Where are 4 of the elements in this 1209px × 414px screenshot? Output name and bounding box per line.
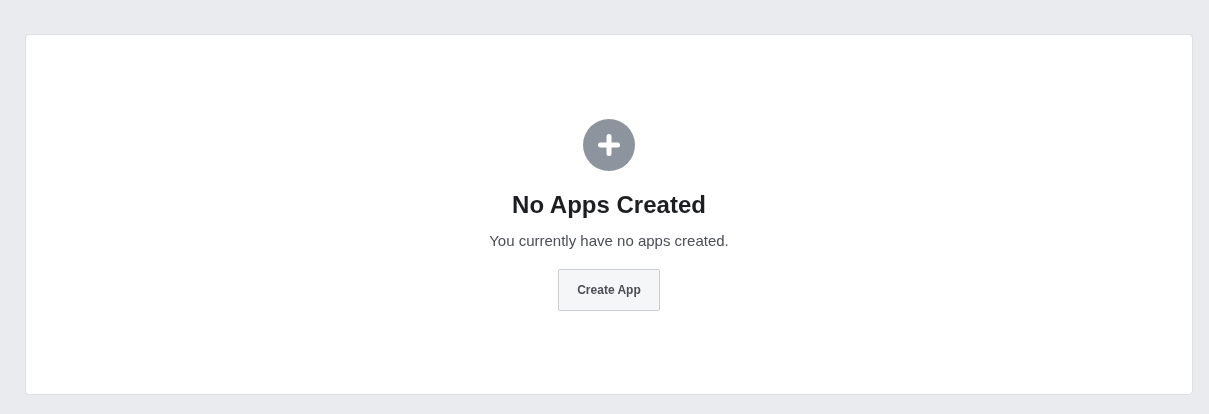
add-icon (583, 119, 635, 171)
empty-state-message: You currently have no apps created. (489, 230, 729, 251)
empty-state-title: No Apps Created (512, 191, 706, 220)
create-app-button[interactable]: Create App (558, 269, 660, 312)
